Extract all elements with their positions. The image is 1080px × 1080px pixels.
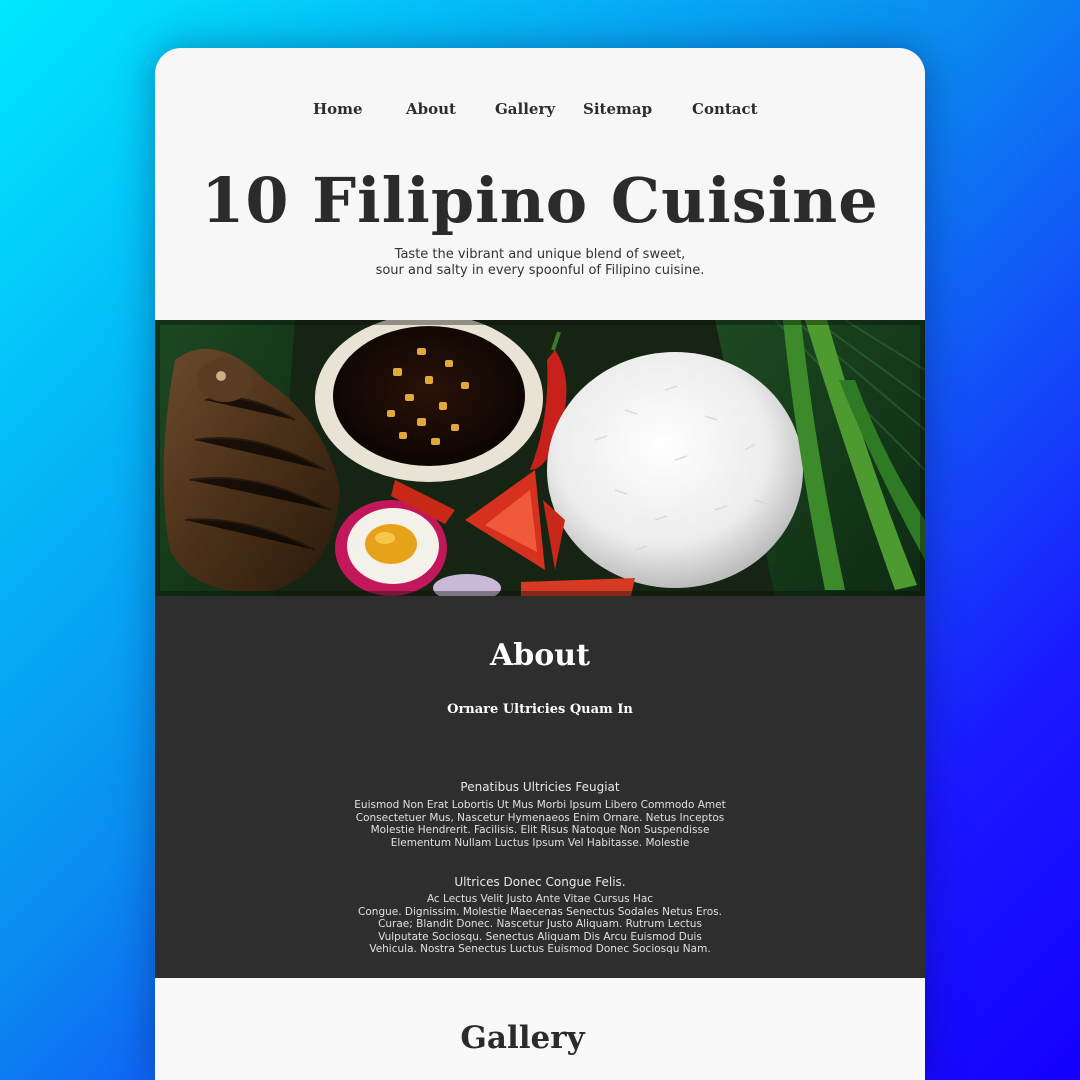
nav-gallery[interactable]: Gallery <box>495 100 555 118</box>
hero-subtitle-line-1: Taste the vibrant and unique blend of sw… <box>394 247 686 262</box>
about-block-1-line: Elementum Nullam Luctus Ipsum Vel Habita… <box>390 836 690 849</box>
gallery-section: Gallery <box>155 978 925 1080</box>
website-card: Home About Gallery Sitemap Contact 10 Fi… <box>155 48 925 1080</box>
about-block-2-line: Congue. Dignissim. Molestie Maecenas Sen… <box>358 905 722 918</box>
gallery-title: Gallery <box>460 1020 585 1056</box>
about-block-2-heading: Ultrices Donec Congue Felis. <box>454 875 626 889</box>
about-title: About <box>490 638 590 673</box>
nav-sitemap[interactable]: Sitemap <box>583 100 652 118</box>
about-block-2-line: Ac Lectus Velit Justo Ante Vitae Cursus … <box>426 893 654 905</box>
food-photo-illustration <box>155 320 925 596</box>
hero-title: 10 Filipino Cuisine <box>201 164 879 237</box>
hero-subtitle-line-2: sour and salty in every spoonful of Fili… <box>375 263 705 278</box>
about-block-2-text: Ac Lectus Velit Justo Ante Vitae Cursus … <box>155 893 925 956</box>
about-subtitle: Ornare Ultricies Quam In <box>447 702 633 717</box>
about-block-1-line: Molestie Hendrerit. Facilisis. Elit Risu… <box>370 824 710 836</box>
about-block-1-line: Euismod Non Erat Lobortis Ut Mus Morbi I… <box>354 799 726 811</box>
about-block-2-line: Vulputate Sociosqu. Senectus Aliquam Dis… <box>378 930 702 943</box>
nav-home[interactable]: Home <box>313 100 363 118</box>
nav-contact[interactable]: Contact <box>692 100 758 118</box>
about-block-1-text: Euismod Non Erat Lobortis Ut Mus Morbi I… <box>155 799 925 849</box>
nav-about[interactable]: About <box>406 100 456 118</box>
about-block-2-line: Vehicula. Nostra Senectus Luctus Euismod… <box>369 943 711 955</box>
about-block-1-heading: Penatibus Ultricies Feugiat <box>460 780 620 794</box>
main-nav: Home About Gallery Sitemap Contact <box>155 100 925 124</box>
filipino-food-photo <box>155 320 925 596</box>
about-section: About Ornare Ultricies Quam In Penatibus… <box>155 596 925 978</box>
about-block-2-line: Curae; Blandit Donec. Nascetur Justo Ali… <box>378 918 702 930</box>
hero-subtitle: Taste the vibrant and unique blend of sw… <box>155 247 925 279</box>
about-block-1-line: Consectetuer Mus, Nascetur Hymenaeos Eni… <box>355 811 725 824</box>
